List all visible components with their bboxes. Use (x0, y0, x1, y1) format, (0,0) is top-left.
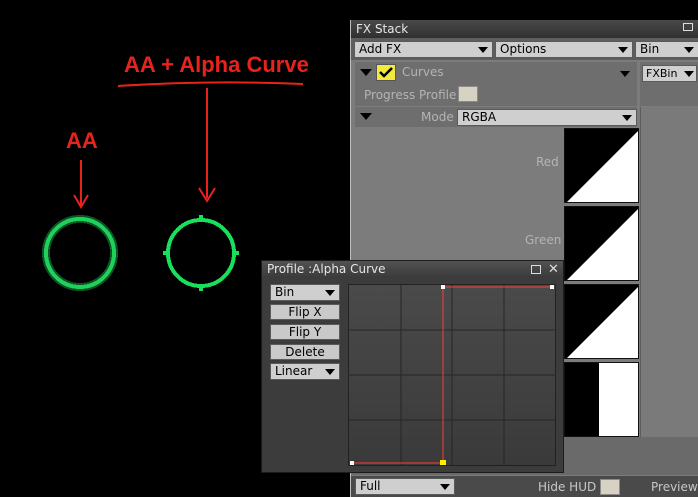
add-fx-dropdown[interactable]: Add FX (354, 41, 493, 58)
fx-stack-title: FX Stack (356, 22, 409, 36)
green-curve-preview[interactable] (564, 206, 639, 281)
fxbin-panel: FXBin (640, 62, 698, 106)
profile-title: Profile :Alpha Curve (267, 262, 386, 276)
interpolation-value: Linear (275, 364, 313, 378)
options-label: Options (500, 42, 547, 56)
alpha-curve-arrow (198, 88, 216, 203)
close-icon[interactable]: ✕ (548, 261, 559, 278)
chevron-down-icon (622, 115, 632, 121)
channel-label-red: Red (536, 155, 559, 169)
preview-label: Preview (651, 480, 698, 494)
fxbin-list[interactable] (640, 107, 698, 437)
restore-icon[interactable] (531, 265, 541, 274)
profile-bin-value: Bin (275, 285, 295, 299)
window-menu-icon[interactable] (683, 23, 693, 31)
effect-name: Curves (402, 65, 444, 79)
bin-label: Bin (640, 42, 660, 56)
progress-profile-label: Progress Profile (364, 88, 457, 102)
profile-titlebar[interactable]: Profile :Alpha Curve ✕ (262, 261, 563, 278)
profile-curve-graph[interactable] (348, 284, 556, 466)
red-curve-preview[interactable] (564, 128, 639, 203)
aa-arrow (73, 160, 89, 209)
alpha-curve-circle (163, 215, 239, 291)
chevron-down-icon (325, 369, 335, 375)
mode-value: RGBA (462, 110, 497, 124)
profile-window: Profile :Alpha Curve ✕ Bin Flip X Flip Y… (261, 260, 564, 473)
effect-enable-checkbox[interactable] (376, 64, 396, 81)
chevron-down-icon (684, 71, 694, 77)
blue-curve-preview[interactable] (564, 284, 639, 359)
mode-dropdown[interactable]: RGBA (457, 109, 637, 126)
viewer-size-dropdown[interactable]: Full (355, 478, 455, 495)
flip-x-button[interactable]: Flip X (270, 304, 340, 320)
fx-stack-titlebar[interactable]: FX Stack (351, 20, 698, 38)
annotation-underline (117, 81, 304, 87)
hide-hud-checkbox[interactable] (600, 479, 620, 495)
viewer-bottom-bar: Full Hide HUD Preview (351, 476, 698, 497)
fx-toolbar: Add FX Options Bin (351, 38, 698, 60)
collapse-triangle-icon[interactable] (360, 113, 372, 120)
mode-row: Mode RGBA (355, 107, 637, 127)
curve-point (350, 461, 354, 465)
profile-bin-dropdown[interactable]: Bin (270, 284, 340, 301)
mode-label: Mode (421, 110, 454, 124)
interpolation-dropdown[interactable]: Linear (270, 363, 340, 380)
progress-profile-swatch[interactable] (458, 86, 478, 102)
chevron-down-icon (478, 47, 488, 53)
fxbin-label: FXBin (646, 67, 678, 80)
profile-curve-svg (349, 285, 555, 466)
fxbin-dropdown[interactable]: FXBin (642, 65, 697, 82)
flip-y-button[interactable]: Flip Y (270, 324, 340, 340)
checkmark-icon (379, 67, 393, 78)
curve-point-selected (440, 460, 446, 466)
delete-button[interactable]: Delete (270, 344, 340, 360)
viewer-size-value: Full (360, 479, 381, 493)
curve-point (550, 285, 554, 289)
add-fx-label: Add FX (359, 42, 402, 56)
chevron-down-icon (325, 290, 335, 296)
chevron-down-icon (440, 484, 450, 490)
chevron-down-icon (684, 47, 694, 53)
options-dropdown[interactable]: Options (495, 41, 633, 58)
channel-label-green: Green (525, 233, 562, 247)
hide-hud-label: Hide HUD (538, 480, 597, 494)
curves-effect-header: Curves Progress Profile (355, 62, 637, 106)
aa-circle (42, 215, 118, 291)
effect-menu-chevron-icon[interactable] (620, 71, 630, 77)
collapse-triangle-icon[interactable] (360, 69, 372, 76)
chevron-down-icon (618, 47, 628, 53)
curve-point (441, 285, 445, 289)
bin-dropdown[interactable]: Bin (635, 41, 698, 58)
alpha-curve-preview[interactable] (564, 362, 639, 437)
